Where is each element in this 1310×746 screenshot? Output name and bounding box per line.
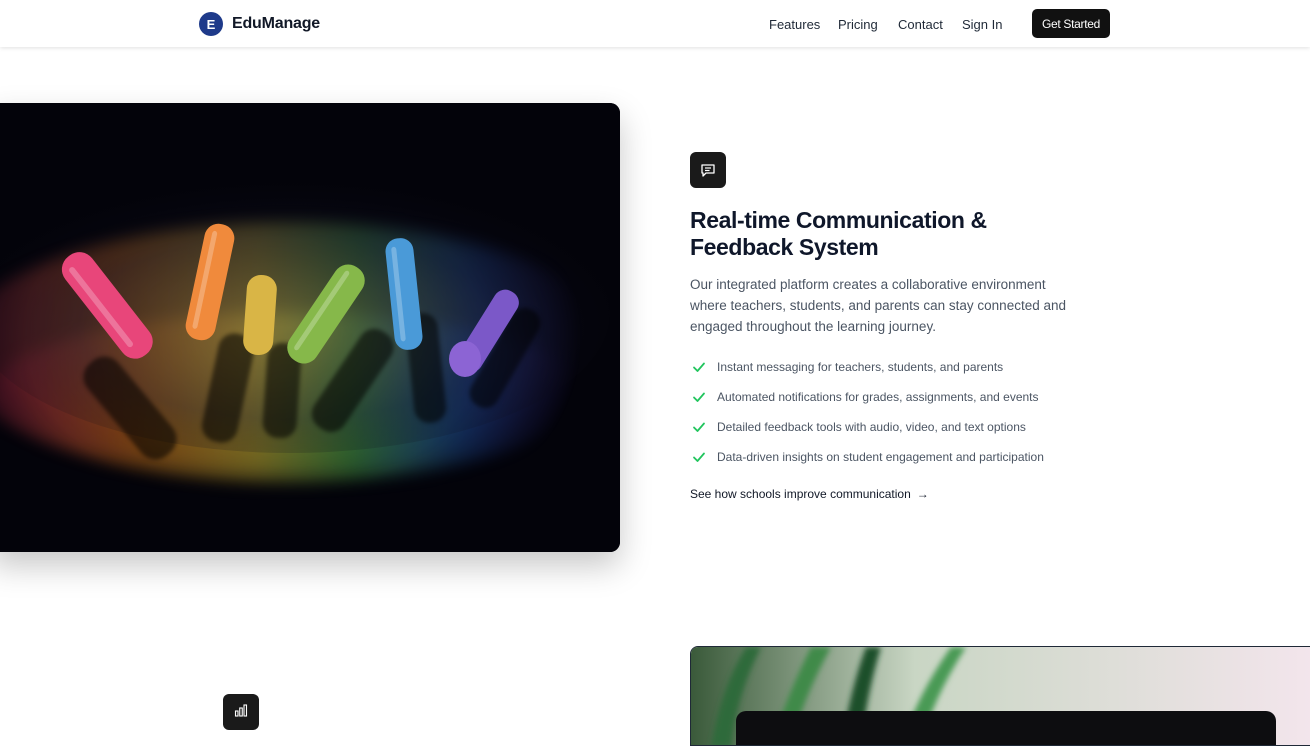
- bullet-text: Instant messaging for teachers, students…: [717, 360, 1004, 374]
- feature-bullet-list: Instant messaging for teachers, students…: [690, 352, 1044, 472]
- brand-logo-icon: E: [199, 12, 223, 36]
- check-icon: [690, 448, 708, 466]
- brand-name: EduManage: [232, 15, 320, 32]
- feature-description: Our integrated platform creates a collab…: [690, 277, 1066, 334]
- plant-laptop-photo: [690, 646, 1310, 746]
- communication-case-study-link[interactable]: See how schools improve communication →: [690, 487, 929, 501]
- nav-link-sign-in[interactable]: Sign In: [962, 17, 1002, 32]
- bar-chart-icon: [223, 694, 259, 730]
- nav-link-contact[interactable]: Contact: [898, 17, 943, 32]
- bullet-text: Data-driven insights on student engageme…: [717, 450, 1044, 464]
- list-item: Instant messaging for teachers, students…: [690, 352, 1044, 382]
- nav-link-pricing[interactable]: Pricing: [838, 17, 878, 32]
- check-icon: [690, 388, 708, 406]
- list-item: Automated notifications for grades, assi…: [690, 382, 1044, 412]
- message-square-icon: [690, 152, 726, 188]
- check-icon: [690, 418, 708, 436]
- site-header: E EduManage Features Pricing Contact Sig…: [0, 0, 1310, 47]
- bullet-text: Automated notifications for grades, assi…: [717, 390, 1039, 404]
- feature-title: Real-time Communication & Feedback Syste…: [690, 207, 987, 260]
- list-item: Data-driven insights on student engageme…: [690, 442, 1044, 472]
- chalk-photo: [0, 103, 620, 552]
- get-started-button[interactable]: Get Started: [1032, 9, 1110, 38]
- brand[interactable]: E EduManage: [199, 12, 320, 36]
- arrow-right-icon: →: [916, 487, 929, 501]
- list-item: Detailed feedback tools with audio, vide…: [690, 412, 1044, 442]
- nav-link-features[interactable]: Features: [769, 17, 820, 32]
- check-icon: [690, 358, 708, 376]
- bullet-text: Detailed feedback tools with audio, vide…: [717, 420, 1026, 434]
- link-label: See how schools improve communication: [690, 487, 911, 501]
